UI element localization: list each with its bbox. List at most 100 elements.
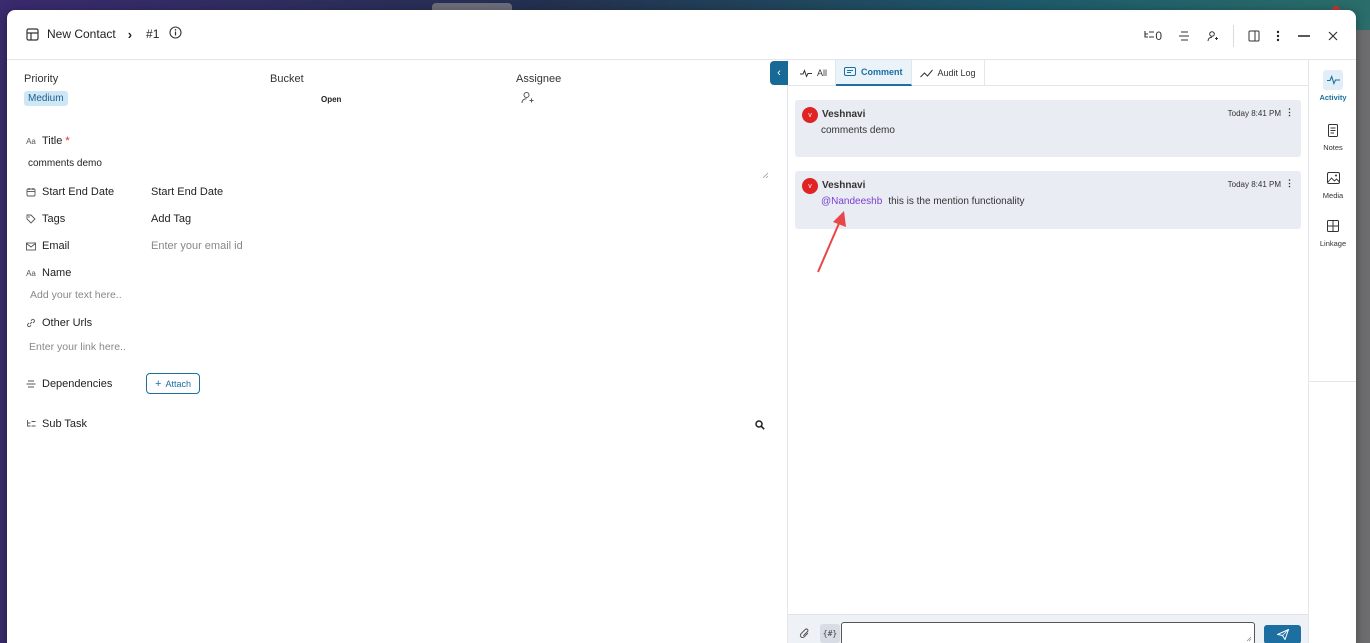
mention-variable-button[interactable]: {#} [820, 624, 840, 643]
start-end-date-picker[interactable]: Start End Date [151, 186, 223, 198]
modal-header: New Contact › #1 0 [7, 10, 1356, 60]
info-icon[interactable] [169, 26, 182, 42]
contact-modal: New Contact › #1 0 Priority Medium Bucke… [7, 10, 1356, 643]
rail-item-media[interactable]: Media [1309, 168, 1356, 200]
send-icon [1276, 629, 1289, 640]
plus-icon: + [155, 377, 162, 390]
comment-text: comments demo [821, 125, 895, 136]
layout-icon [25, 27, 39, 41]
chevron-left-icon: ‹ [777, 67, 781, 79]
assign-user-button[interactable] [1207, 26, 1219, 46]
activity-tabs: All Comment Audit Log [788, 60, 1308, 86]
background-window-edge [1356, 30, 1370, 643]
attach-button[interactable]: + Attach [146, 373, 200, 394]
priority-label: Priority [24, 73, 59, 85]
sub-task-label: Sub Task [25, 418, 87, 430]
header-divider [1233, 25, 1234, 47]
tab-audit-log[interactable]: Audit Log [912, 60, 985, 86]
title-input[interactable]: comments demo [28, 158, 102, 169]
chevron-right-icon: › [127, 26, 133, 42]
priority-badge[interactable]: Medium [24, 91, 68, 106]
required-mark: * [65, 135, 70, 147]
bucket-label: Bucket [270, 73, 304, 85]
email-input[interactable]: Enter your email id [151, 240, 243, 252]
calendar-icon [25, 186, 37, 198]
avatar: v [802, 178, 818, 194]
rail-divider [1309, 381, 1356, 382]
notes-icon [1323, 120, 1343, 140]
collapse-panel-button[interactable]: ‹ [770, 61, 788, 85]
comment-icon [844, 66, 857, 76]
text-type-icon: Aa [26, 136, 36, 146]
header-actions: 0 [1143, 25, 1338, 47]
comment-author: Veshnavi [822, 109, 866, 120]
title-field-label: Aa Title * [25, 135, 70, 147]
tags-label: Tags [25, 213, 65, 225]
activity-icon [800, 68, 812, 78]
braces-icon: {#} [822, 629, 838, 638]
add-user-icon [521, 92, 534, 104]
comment-menu-icon[interactable]: ⋮ [1285, 107, 1294, 118]
tag-icon [25, 213, 37, 225]
breadcrumb: New Contact › #1 [25, 26, 182, 42]
subtask-count: 0 [1155, 29, 1162, 43]
minimize-icon [1298, 35, 1310, 37]
add-tag-button[interactable]: Add Tag [151, 213, 191, 225]
dependencies-label: Dependencies [25, 378, 112, 390]
user-icon [1207, 31, 1218, 42]
rail-item-linkage[interactable]: Linkage [1309, 216, 1356, 248]
send-button[interactable] [1264, 625, 1301, 643]
resize-handle-icon[interactable] [762, 166, 769, 184]
rail-item-activity[interactable]: Activity [1309, 70, 1356, 102]
subtask-count-button[interactable]: 0 [1143, 26, 1162, 46]
comment-menu-icon[interactable]: ⋮ [1285, 178, 1294, 189]
tab-comment[interactable]: Comment [836, 60, 912, 86]
start-end-date-label: Start End Date [25, 186, 114, 198]
minimize-button[interactable] [1298, 26, 1310, 46]
comment-input[interactable] [841, 622, 1255, 643]
breadcrumb-title[interactable]: New Contact [47, 27, 116, 41]
details-panel: Priority Medium Bucket Open Assignee Aa … [7, 60, 787, 643]
assignee-label: Assignee [516, 73, 562, 85]
comment-card: v Veshnavi Today 8:41 PM ⋮ @Nandeeshb thi… [795, 171, 1301, 229]
subtask-icon [1143, 29, 1155, 44]
activity-panel: ‹ All Comment Audit Log v Veshnavi Today… [770, 60, 1308, 643]
trend-icon [919, 69, 933, 77]
attachment-icon[interactable] [799, 627, 811, 643]
add-assignee-button[interactable] [521, 91, 561, 107]
subtask-icon [25, 418, 37, 430]
priority-field: Priority Medium [24, 73, 68, 106]
comment-time: Today 8:41 PM [1227, 180, 1281, 189]
search-icon[interactable] [755, 417, 765, 435]
activity-icon [1323, 70, 1343, 90]
bucket-field: Bucket Open [270, 73, 341, 104]
comment-author: Veshnavi [822, 180, 866, 191]
panel-toggle-button[interactable] [1248, 26, 1260, 46]
panel-icon [1248, 30, 1260, 42]
more-options-button[interactable] [1276, 26, 1280, 46]
other-urls-input[interactable]: Enter your link here.. [29, 341, 126, 353]
dependencies-button[interactable] [1178, 26, 1191, 46]
close-icon [1328, 31, 1338, 41]
comment-card: v Veshnavi Today 8:41 PM ⋮ comments demo [795, 100, 1301, 157]
bucket-value[interactable]: Open [321, 95, 341, 104]
other-urls-label: Other Urls [25, 317, 92, 329]
link-icon [25, 317, 37, 329]
record-number: #1 [146, 27, 160, 41]
tab-all[interactable]: All [792, 60, 837, 86]
media-icon [1323, 168, 1343, 188]
comment-text: @Nandeeshb this is the mention functional… [821, 196, 1025, 207]
kebab-icon [1276, 30, 1280, 42]
close-button[interactable] [1328, 26, 1338, 46]
side-rail: Activity Notes Media Linkage [1308, 60, 1356, 643]
comment-composer: {#} [788, 614, 1308, 643]
name-label: Aa Name [26, 267, 72, 279]
rail-item-notes[interactable]: Notes [1309, 120, 1356, 152]
dependencies-icon [1179, 31, 1189, 41]
text-type-icon: Aa [26, 268, 36, 278]
dependencies-icon [25, 378, 37, 390]
comment-time: Today 8:41 PM [1227, 109, 1281, 118]
name-input[interactable]: Add your text here.. [30, 289, 122, 301]
mention-link[interactable]: @Nandeeshb [821, 196, 882, 207]
email-label: Email [25, 240, 70, 252]
